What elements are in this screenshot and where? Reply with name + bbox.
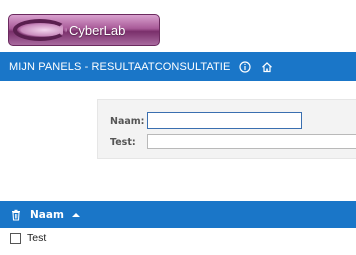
naam-input[interactable]: [147, 112, 302, 129]
naam-label: Naam:: [110, 116, 145, 127]
row-naam: Test: [27, 232, 47, 244]
logo-swoosh-icon: [13, 19, 67, 41]
test-label: Test:: [110, 137, 136, 148]
column-header-naam[interactable]: Naam: [30, 209, 64, 221]
sort-ascending-icon[interactable]: [71, 212, 80, 218]
row-checkbox[interactable]: [10, 232, 21, 244]
logo-text: CyberLab: [69, 23, 126, 38]
cyberlab-logo[interactable]: CyberLab: [8, 14, 160, 46]
page-title: MIJN PANELS - RESULTAATCONSULTATIE: [9, 60, 231, 73]
info-icon[interactable]: [238, 60, 252, 74]
trash-icon[interactable]: [10, 209, 22, 221]
test-input[interactable]: [147, 134, 356, 149]
table-header: Naam: [0, 201, 356, 228]
search-form-panel: [97, 99, 356, 159]
header-bar: MIJN PANELS - RESULTAATCONSULTATIE: [0, 52, 356, 81]
home-icon[interactable]: [260, 60, 274, 74]
table-row: Test: [0, 229, 356, 247]
